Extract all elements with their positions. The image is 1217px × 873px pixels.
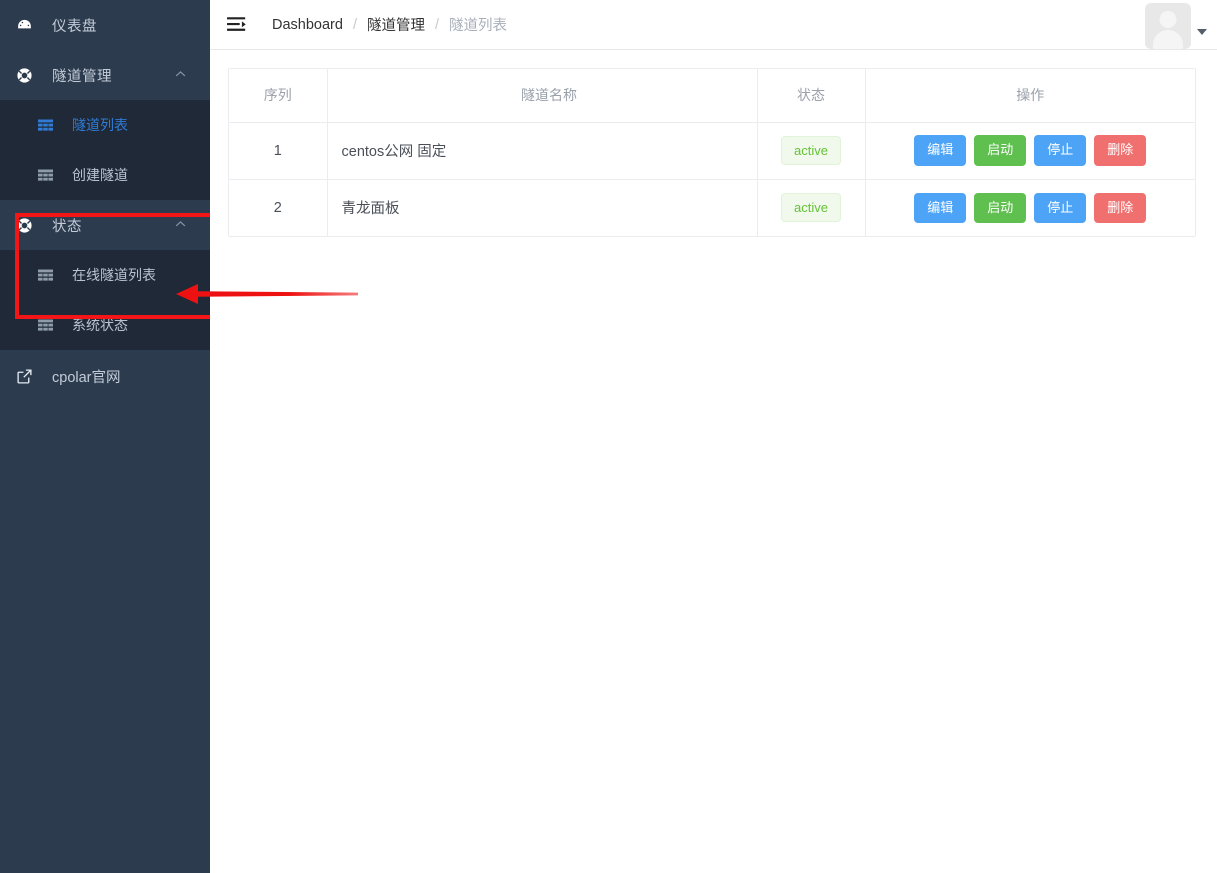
- chevron-up-icon: [175, 220, 186, 231]
- table-row: 1 centos公网 固定 active 编辑 启动 停止 删除: [229, 122, 1196, 180]
- cell-status: active: [757, 179, 866, 236]
- table-grid-icon: [38, 268, 58, 283]
- status-badge: active: [781, 136, 841, 165]
- table-body: 1 centos公网 固定 active 编辑 启动 停止 删除 2 青龙面板 …: [229, 122, 1195, 236]
- sidebar-group-label: 隧道管理: [52, 68, 112, 85]
- start-button[interactable]: 启动: [974, 192, 1027, 223]
- cell-index: 1: [229, 122, 328, 180]
- table-header-row: 序列 隧道名称 状态 操作: [229, 69, 1195, 123]
- start-button[interactable]: 启动: [974, 135, 1027, 166]
- column-header-name: 隧道名称: [327, 69, 758, 123]
- chevron-down-icon[interactable]: [1197, 29, 1207, 35]
- table-grid-icon: [38, 168, 58, 183]
- status-badge: active: [781, 193, 841, 223]
- cell-operations: 编辑 启动 停止 删除: [865, 179, 1195, 236]
- sidebar-item-label: 隧道列表: [72, 117, 128, 133]
- operation-buttons: 编辑 启动 停止 删除: [866, 135, 1196, 166]
- sidebar-item-cpolar-website[interactable]: cpolar官网: [0, 350, 210, 402]
- cell-operations: 编辑 启动 停止 删除: [865, 122, 1196, 180]
- cell-tunnel-name: centos公网 固定: [327, 122, 758, 180]
- chevron-up-icon: [175, 70, 186, 81]
- sidebar-item-label: 创建隧道: [72, 167, 128, 183]
- sidebar-item-system-status[interactable]: 系统状态: [0, 300, 210, 350]
- avatar-head-shape: [1159, 11, 1177, 28]
- sidebar-item-tunnel-list[interactable]: 隧道列表: [0, 100, 210, 150]
- breadcrumb-item-dashboard[interactable]: Dashboard: [272, 17, 343, 33]
- content-area: 序列 隧道名称 状态 操作 1 centos公网 固定 active 编辑 启动…: [210, 50, 1217, 237]
- table-grid-icon: [38, 118, 58, 133]
- column-header-index: 序列: [229, 69, 328, 123]
- breadcrumb-separator: /: [434, 16, 439, 33]
- life-ring-icon: [16, 217, 38, 234]
- avatar[interactable]: [1145, 3, 1191, 49]
- topbar: Dashboard / 隧道管理 / 隧道列表: [210, 0, 1217, 50]
- edit-button[interactable]: 编辑: [914, 135, 967, 166]
- sidebar-group-status[interactable]: 状态: [0, 200, 210, 250]
- stop-button[interactable]: 停止: [1034, 135, 1087, 166]
- cell-index: 2: [229, 179, 328, 236]
- delete-button[interactable]: 删除: [1094, 192, 1147, 223]
- table-row: 2 青龙面板 active 编辑 启动 停止 删除: [229, 179, 1195, 236]
- breadcrumb-separator: /: [352, 16, 357, 33]
- sidebar-item-label: 在线隧道列表: [72, 267, 156, 283]
- breadcrumb: Dashboard / 隧道管理 / 隧道列表: [272, 14, 507, 35]
- cell-status: active: [757, 122, 866, 180]
- submenu-tunnel-management: 隧道列表 创建隧道: [0, 100, 210, 200]
- operation-buttons: 编辑 启动 停止 删除: [866, 192, 1196, 223]
- column-header-operations: 操作: [865, 69, 1195, 123]
- app-root: 仪表盘 隧道管理 隧道列表 创建隧道 状态 在线隧道列表 系统状态 cpolar…: [0, 0, 1217, 873]
- sidebar-group-tunnel-management[interactable]: 隧道管理: [0, 50, 210, 100]
- tunnel-table-container: 序列 隧道名称 状态 操作 1 centos公网 固定 active 编辑 启动…: [228, 68, 1196, 237]
- column-header-status: 状态: [757, 69, 866, 123]
- table-head: 序列 隧道名称 状态 操作: [229, 69, 1195, 123]
- submenu-status: 在线隧道列表 系统状态: [0, 250, 210, 350]
- sidebar-item-dashboard[interactable]: 仪表盘: [0, 0, 210, 50]
- dashboard-gauge-icon: [16, 17, 38, 34]
- table-grid-icon: [38, 318, 58, 333]
- sidebar-item-label: 系统状态: [72, 317, 128, 333]
- stop-button[interactable]: 停止: [1034, 192, 1087, 223]
- sidebar-item-label: cpolar官网: [52, 369, 121, 386]
- life-ring-icon: [16, 67, 38, 84]
- cell-tunnel-name: 青龙面板: [327, 179, 758, 236]
- breadcrumb-item-tunnel-management[interactable]: 隧道管理: [367, 14, 425, 35]
- sidebar-item-online-tunnel-list[interactable]: 在线隧道列表: [0, 250, 210, 300]
- user-menu[interactable]: [1145, 0, 1207, 50]
- edit-button[interactable]: 编辑: [914, 192, 967, 223]
- sidebar-group-label: 状态: [52, 218, 82, 235]
- external-link-icon: [16, 368, 38, 385]
- breadcrumb-item-tunnel-list: 隧道列表: [449, 18, 507, 34]
- hamburger-indent-icon[interactable]: [222, 12, 252, 38]
- sidebar-item-label: 仪表盘: [52, 18, 97, 35]
- delete-button[interactable]: 删除: [1094, 135, 1147, 166]
- main-area: Dashboard / 隧道管理 / 隧道列表 序列 隧道名称 状态 操作 1 …: [210, 0, 1217, 873]
- sidebar-item-create-tunnel[interactable]: 创建隧道: [0, 150, 210, 200]
- sidebar: 仪表盘 隧道管理 隧道列表 创建隧道 状态 在线隧道列表 系统状态 cpolar…: [0, 0, 210, 873]
- tunnel-table: 序列 隧道名称 状态 操作 1 centos公网 固定 active 编辑 启动…: [229, 69, 1195, 236]
- avatar-body-shape: [1153, 30, 1183, 49]
